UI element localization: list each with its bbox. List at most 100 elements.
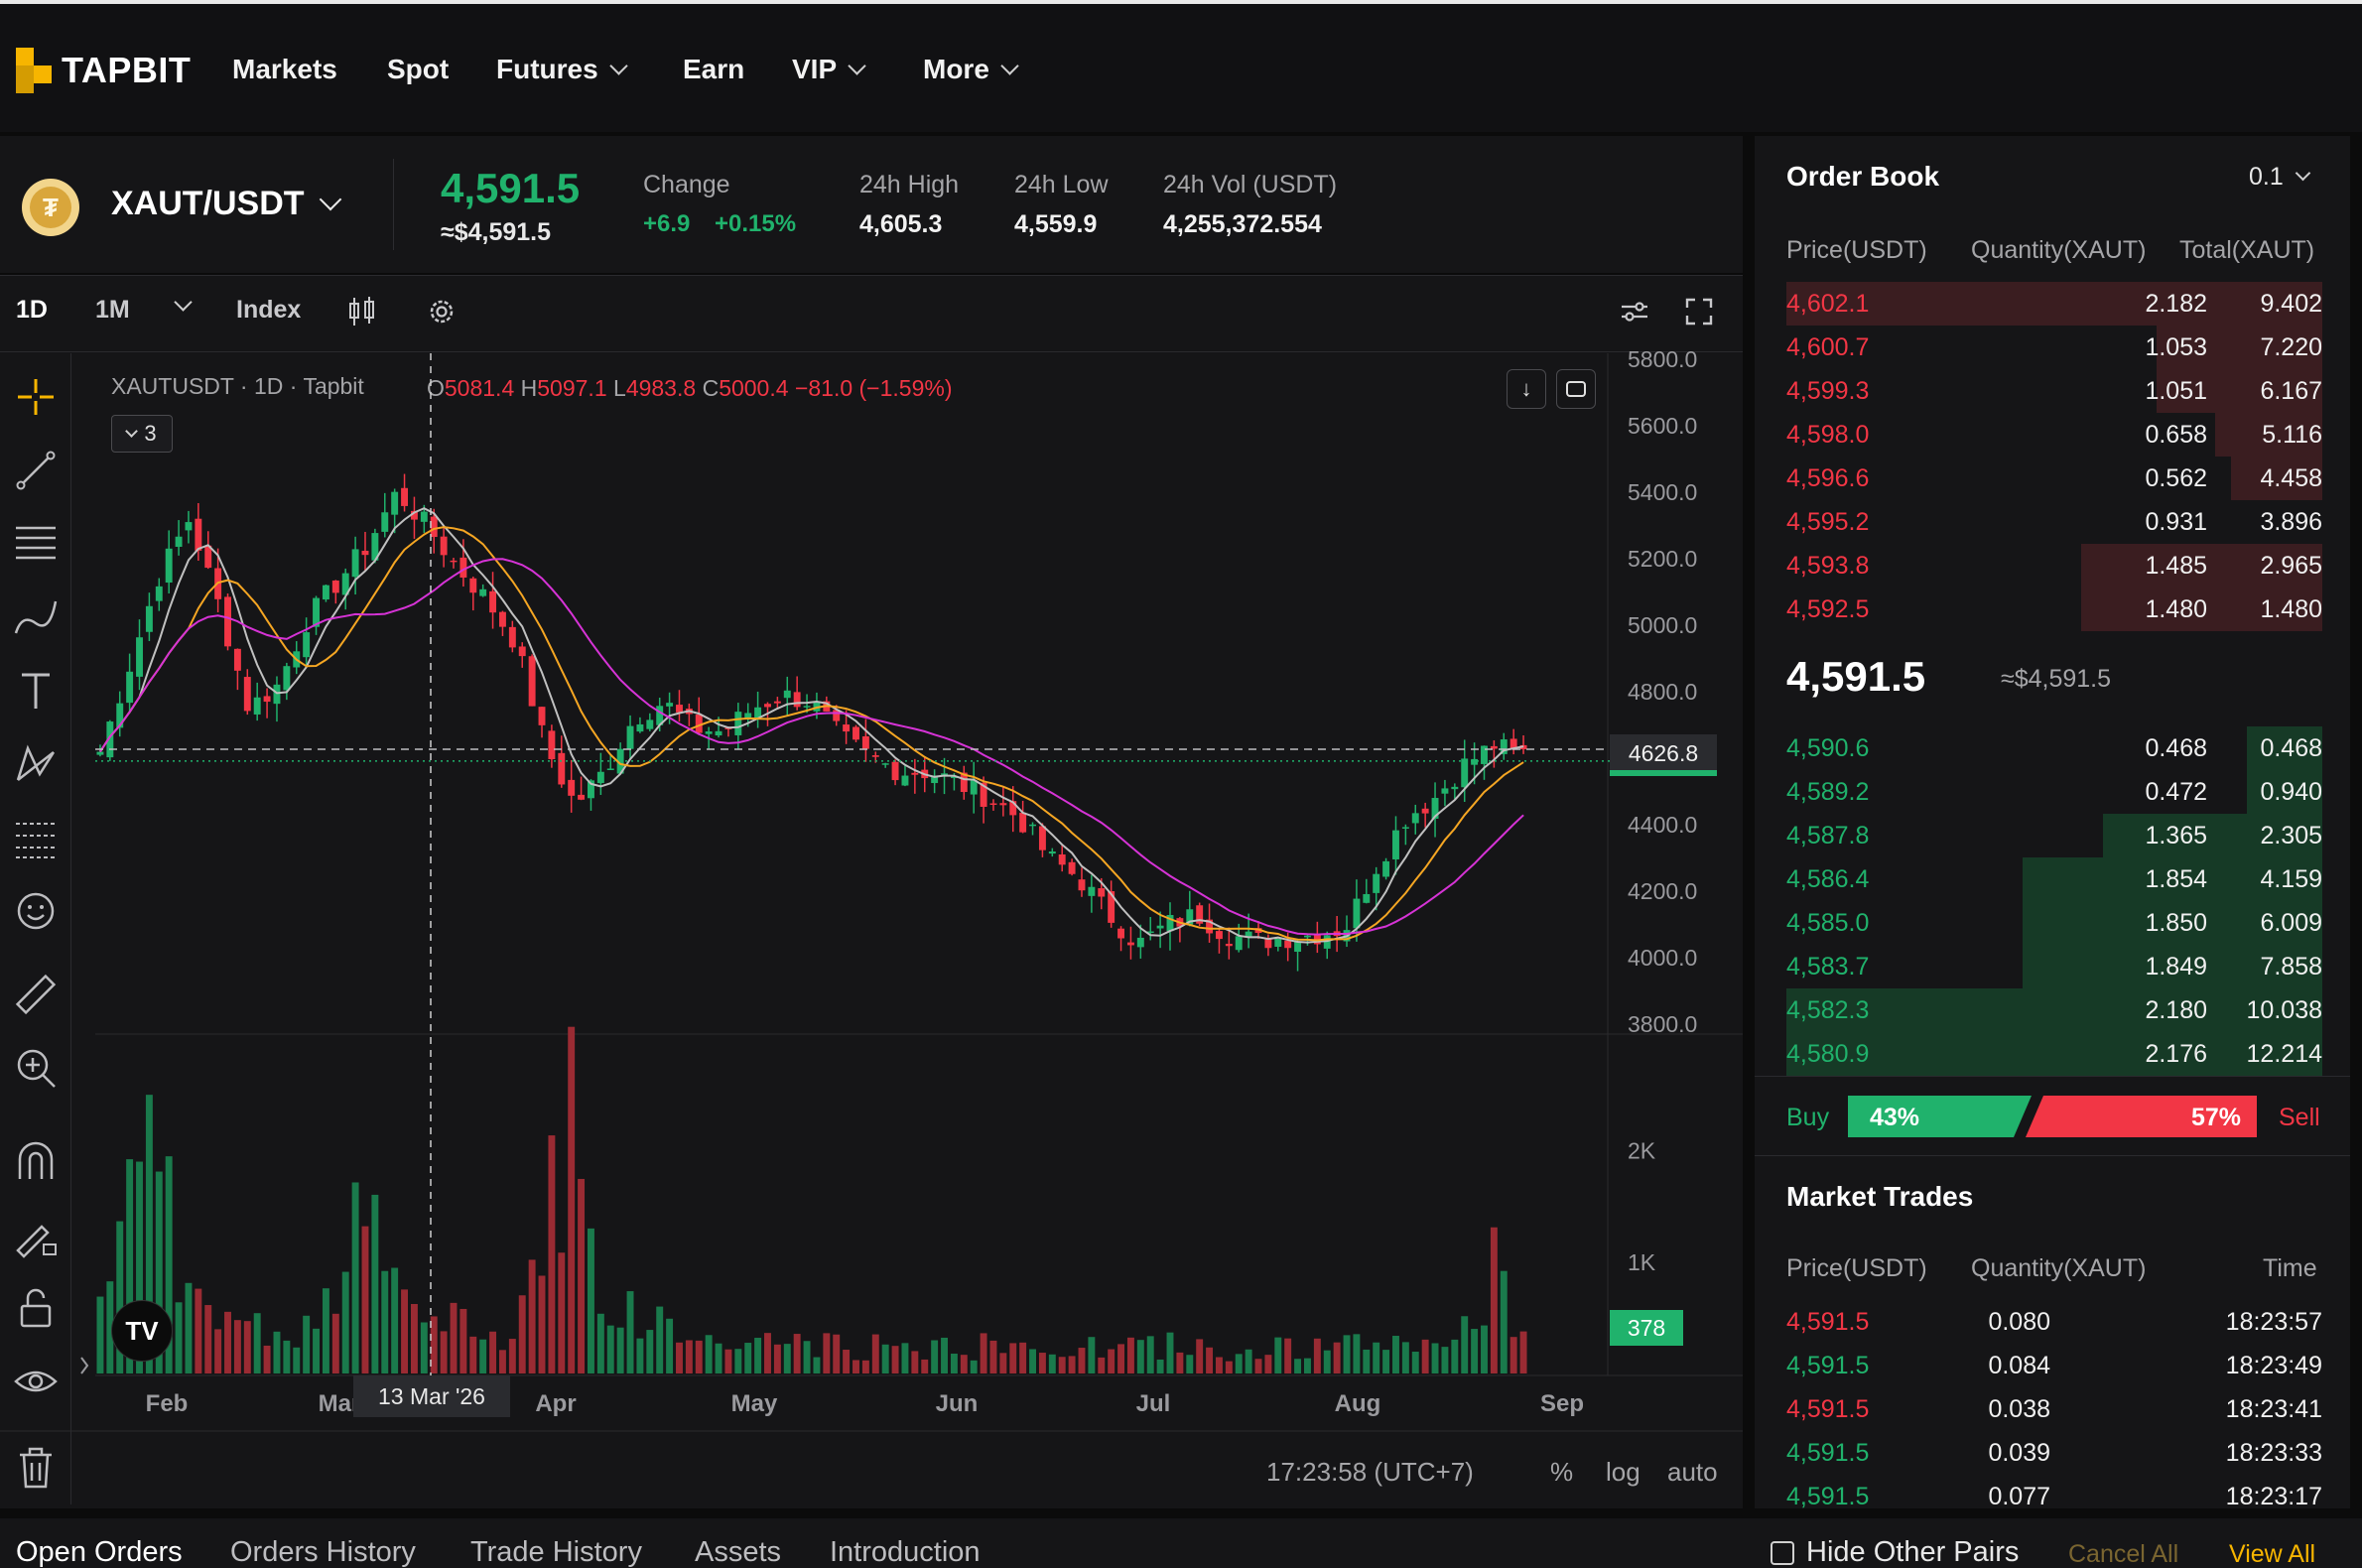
volume-bar bbox=[322, 1288, 329, 1373]
volume-bar bbox=[224, 1311, 231, 1373]
precision-value: 0.1 bbox=[2249, 163, 2284, 191]
tab-assets[interactable]: Assets bbox=[695, 1536, 781, 1568]
candle-body bbox=[626, 725, 634, 749]
ma-mid-line bbox=[99, 526, 1524, 942]
trade-row: 4,591.5 0.038 18:23:41 bbox=[1786, 1387, 2322, 1431]
volume-bar bbox=[331, 1313, 339, 1373]
candle-body bbox=[1294, 941, 1302, 953]
volume-bar bbox=[803, 1341, 811, 1373]
candle-body bbox=[381, 512, 389, 532]
tab-trade-history[interactable]: Trade History bbox=[470, 1536, 642, 1568]
candle-body bbox=[783, 690, 791, 699]
volume-tick-label: 2K bbox=[1628, 1138, 1656, 1164]
bid-total: 12.214 bbox=[2246, 1040, 2322, 1068]
bid-row[interactable]: 4,586.4 1.854 4.159 bbox=[1786, 857, 2322, 901]
bid-total: 7.858 bbox=[2260, 953, 2322, 980]
bid-total: 2.305 bbox=[2260, 822, 2322, 849]
bid-qty: 2.180 bbox=[2145, 996, 2207, 1024]
volume-bar bbox=[861, 1360, 869, 1373]
volume-bar bbox=[1333, 1342, 1341, 1373]
candle-body bbox=[1088, 886, 1096, 896]
bid-row[interactable]: 4,587.8 1.365 2.305 bbox=[1786, 814, 2322, 857]
cancel-all-button[interactable]: Cancel All bbox=[2068, 1540, 2178, 1568]
ask-row[interactable]: 4,593.8 1.485 2.965 bbox=[1786, 544, 2322, 588]
bid-row[interactable]: 4,585.0 1.850 6.009 bbox=[1786, 901, 2322, 945]
volume-bar bbox=[1264, 1355, 1272, 1373]
volume-bar bbox=[843, 1350, 851, 1373]
volume-bar bbox=[1146, 1336, 1154, 1373]
tradingview-logo-icon[interactable]: TV bbox=[111, 1300, 173, 1362]
time-tick-label: May bbox=[731, 1390, 778, 1417]
bid-total: 0.940 bbox=[2260, 778, 2322, 806]
ask-row[interactable]: 4,596.6 0.562 4.458 bbox=[1786, 457, 2322, 500]
volume-bar bbox=[980, 1333, 987, 1373]
volume-bar bbox=[783, 1344, 791, 1373]
volume-bar bbox=[528, 1259, 536, 1373]
volume-bar bbox=[450, 1302, 458, 1373]
ask-row[interactable]: 4,598.0 0.658 5.116 bbox=[1786, 413, 2322, 457]
ask-row[interactable]: 4,599.3 1.051 6.167 bbox=[1786, 369, 2322, 413]
volume-bar bbox=[283, 1340, 291, 1373]
volume-bar bbox=[420, 1322, 428, 1373]
volume-bar bbox=[1519, 1331, 1527, 1373]
volume-bar bbox=[195, 1288, 202, 1373]
bid-price: 4,590.6 bbox=[1786, 734, 1870, 762]
bid-row[interactable]: 4,583.7 1.849 7.858 bbox=[1786, 945, 2322, 988]
view-all-link[interactable]: View All bbox=[2229, 1540, 2315, 1568]
candle-body bbox=[636, 723, 644, 732]
bid-qty: 1.365 bbox=[2145, 822, 2207, 849]
chevron-down-icon bbox=[2295, 165, 2311, 182]
bid-row[interactable]: 4,589.2 0.472 0.940 bbox=[1786, 770, 2322, 814]
volume-bar bbox=[1225, 1361, 1233, 1373]
candle-body bbox=[479, 588, 487, 596]
bid-price: 4,586.4 bbox=[1786, 865, 1870, 893]
trade-qty: 0.080 bbox=[1988, 1308, 2050, 1336]
candle-body bbox=[803, 706, 811, 708]
tab-orders-history[interactable]: Orders History bbox=[230, 1536, 416, 1568]
bid-total: 4.159 bbox=[2260, 865, 2322, 893]
auto-scale-button[interactable]: auto bbox=[1667, 1457, 1718, 1488]
bid-qty: 1.850 bbox=[2145, 909, 2207, 937]
tab-introduction[interactable]: Introduction bbox=[830, 1536, 981, 1568]
price-tick-label: 4400.0 bbox=[1628, 812, 1697, 838]
bid-price: 4,587.8 bbox=[1786, 822, 1870, 849]
trade-price: 4,591.5 bbox=[1786, 1352, 1870, 1379]
trade-price: 4,591.5 bbox=[1786, 1308, 1870, 1336]
current-price-bar bbox=[1610, 770, 1717, 776]
candle-body bbox=[331, 580, 339, 593]
bid-row[interactable]: 4,580.9 2.176 12.214 bbox=[1786, 1032, 2322, 1076]
ask-price: 4,593.8 bbox=[1786, 552, 1870, 580]
divider bbox=[1755, 1155, 2350, 1156]
ask-price: 4,592.5 bbox=[1786, 595, 1870, 623]
volume-bar bbox=[813, 1357, 821, 1373]
trade-time: 18:23:41 bbox=[2225, 1395, 2322, 1423]
volume-bar bbox=[931, 1340, 939, 1373]
hide-other-pairs-label[interactable]: Hide Other Pairs bbox=[1806, 1536, 2019, 1568]
candle-body bbox=[764, 704, 771, 708]
volume-bar bbox=[950, 1354, 958, 1373]
trade-qty: 0.038 bbox=[1988, 1395, 2050, 1423]
ask-row[interactable]: 4,592.5 1.480 1.480 bbox=[1786, 588, 2322, 631]
bid-total: 0.468 bbox=[2260, 734, 2322, 762]
bid-row[interactable]: 4,590.6 0.468 0.468 bbox=[1786, 726, 2322, 770]
candle-body bbox=[1490, 745, 1498, 749]
candle-body bbox=[450, 560, 458, 563]
candle-body bbox=[1048, 850, 1056, 854]
percent-scale-button[interactable]: % bbox=[1550, 1457, 1573, 1488]
log-scale-button[interactable]: log bbox=[1606, 1457, 1640, 1488]
bid-row[interactable]: 4,582.3 2.180 10.038 bbox=[1786, 988, 2322, 1032]
volume-bar bbox=[1156, 1359, 1164, 1373]
tab-open-orders[interactable]: Open Orders bbox=[16, 1536, 183, 1568]
volume-bar bbox=[1078, 1348, 1086, 1373]
ask-row[interactable]: 4,595.2 0.931 3.896 bbox=[1786, 500, 2322, 544]
ask-row[interactable]: 4,602.1 2.182 9.402 bbox=[1786, 282, 2322, 326]
ask-row[interactable]: 4,600.7 1.053 7.220 bbox=[1786, 326, 2322, 369]
order-book-title: Order Book bbox=[1786, 161, 1940, 192]
volume-bar bbox=[1461, 1316, 1469, 1373]
volume-bar bbox=[96, 1296, 104, 1373]
volume-bar bbox=[596, 1313, 604, 1373]
volume-bar bbox=[459, 1308, 467, 1373]
precision-selector[interactable]: 0.1 bbox=[2249, 163, 2311, 192]
hide-other-pairs-checkbox[interactable] bbox=[1771, 1541, 1794, 1565]
volume-bar bbox=[1126, 1337, 1134, 1373]
